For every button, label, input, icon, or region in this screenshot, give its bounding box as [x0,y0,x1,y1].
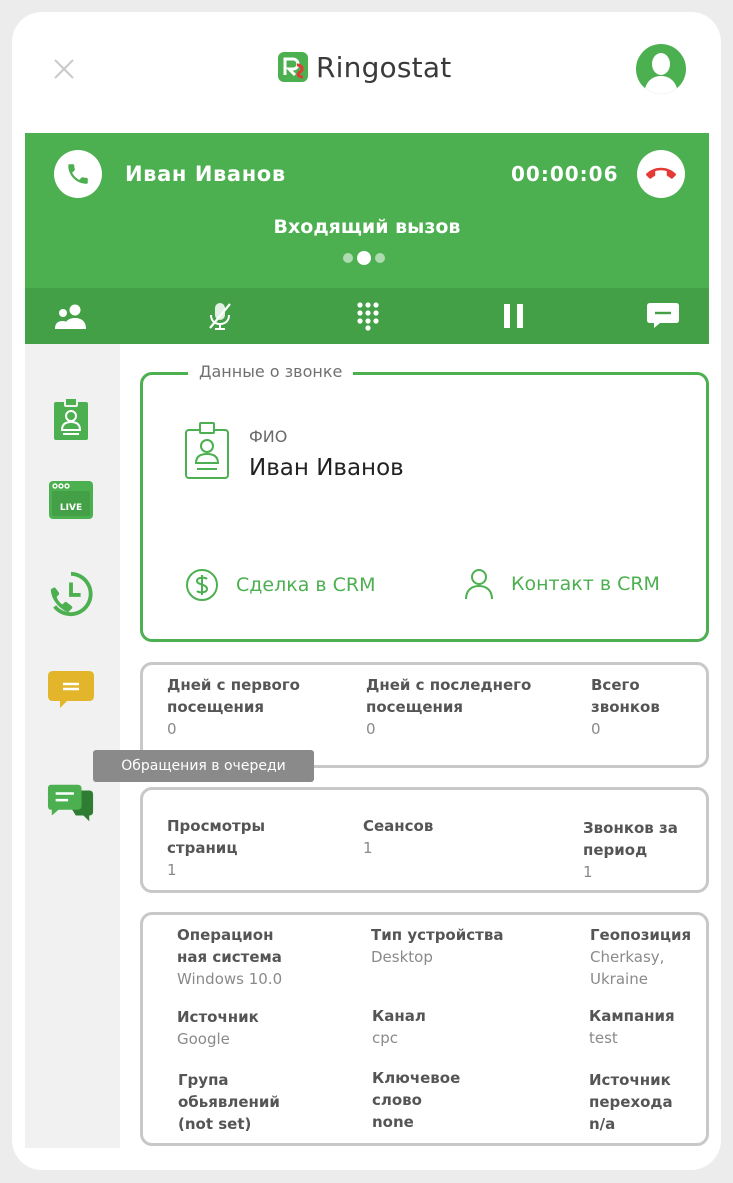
person-icon [465,569,493,600]
session-stats-card: Просмотры страниц 1 Сеансов 1 Звонков за… [140,787,709,893]
ringostat-logo-icon [278,52,308,82]
dialpad-icon [357,302,379,331]
stat-total-calls: Всего звонков 0 [591,676,660,738]
transfer-button[interactable] [53,298,89,334]
deal-crm-link[interactable]: Сделка в CRM [184,567,376,603]
user-avatar-icon[interactable] [636,44,686,94]
svg-text:LIVE: LIVE [60,503,82,513]
chat-icon [647,303,679,328]
queue-icon [47,784,94,822]
phone-icon [54,150,102,198]
hangup-icon [646,167,676,179]
call-toolbar [25,288,709,344]
stat-page-views: Просмотры страниц 1 [167,817,266,879]
detail-device: Тип устройства Desktop [371,926,504,966]
detail-source: Источник Google [177,1008,259,1048]
detail-keyword: Ключевое слово none [372,1069,461,1131]
live-icon: LIVE [49,481,93,519]
detail-os: Операцион ная система Windows 10.0 [177,926,283,988]
sidebar-contact-card[interactable] [47,396,95,444]
dialpad-button[interactable] [350,298,386,334]
caller-name: Иван Иванов [125,162,286,186]
pager-dot[interactable] [375,253,385,263]
contact-crm-link[interactable]: Контакт в CRM [463,567,660,601]
chat-button[interactable] [645,298,681,334]
mute-button[interactable] [202,298,238,334]
dollar-icon [186,569,218,601]
call-data-legend: Данные о звонке [188,362,354,381]
mic-off-icon [209,303,231,330]
sidebar-queue[interactable] [47,780,95,828]
id-badge-icon [185,422,229,479]
detail-campaign: Кампания test [589,1007,675,1047]
sidebar: LIVE [25,344,120,1148]
visit-details-card: Операцион ная система Windows 10.0 Тип у… [140,912,709,1146]
hold-button[interactable] [496,298,532,334]
transfer-icon [55,304,86,329]
stat-sessions: Сеансов 1 [363,817,434,857]
widget-card: Ringostat Иван Иванов 00:00:06 Входящий … [12,12,721,1170]
stat-last-visit: Дней с последнего посещения 0 [366,676,532,738]
pager-dot[interactable] [343,253,353,263]
pager-dots [343,251,385,265]
deal-crm-label: Сделка в CRM [236,574,376,596]
sidebar-live[interactable]: LIVE [47,476,95,524]
fio-value: Иван Иванов [249,455,404,481]
detail-geo: Геопозиция Cherkasy, Ukraine [590,926,692,988]
active-call-panel: Иван Иванов 00:00:06 Входящий вызов [25,133,709,288]
history-icon [50,571,93,617]
close-icon[interactable] [52,57,76,81]
fio-label: ФИО [249,427,288,446]
call-data-card: Данные о звонке ФИО Иван Иванов Сделка в… [140,362,709,642]
brand-logo: Ringostat [278,50,451,84]
message-icon [48,671,94,708]
device-frame: Ringostat Иван Иванов 00:00:06 Входящий … [0,0,733,1183]
detail-adgroup: Група обьявлений (not set) [178,1071,280,1133]
sidebar-history[interactable] [47,570,95,618]
hangup-button[interactable] [637,150,685,198]
detail-channel: Канал cpc [372,1007,426,1047]
pause-icon [504,304,523,328]
stat-period-calls: Звонков за период 1 [583,819,678,881]
brand-name: Ringostat [316,50,452,84]
contact-card-icon [54,398,88,440]
call-status: Входящий вызов [273,216,461,238]
queue-tooltip: Обращения в очереди [93,750,314,782]
detail-referrer: Источник перехода n/a [589,1071,673,1133]
stat-first-visit: Дней с первого посещения 0 [167,676,300,738]
call-timer: 00:00:06 [511,162,619,186]
sidebar-messages[interactable] [47,666,95,714]
contact-crm-label: Контакт в CRM [511,573,660,595]
pager-dot-active[interactable] [357,251,371,265]
